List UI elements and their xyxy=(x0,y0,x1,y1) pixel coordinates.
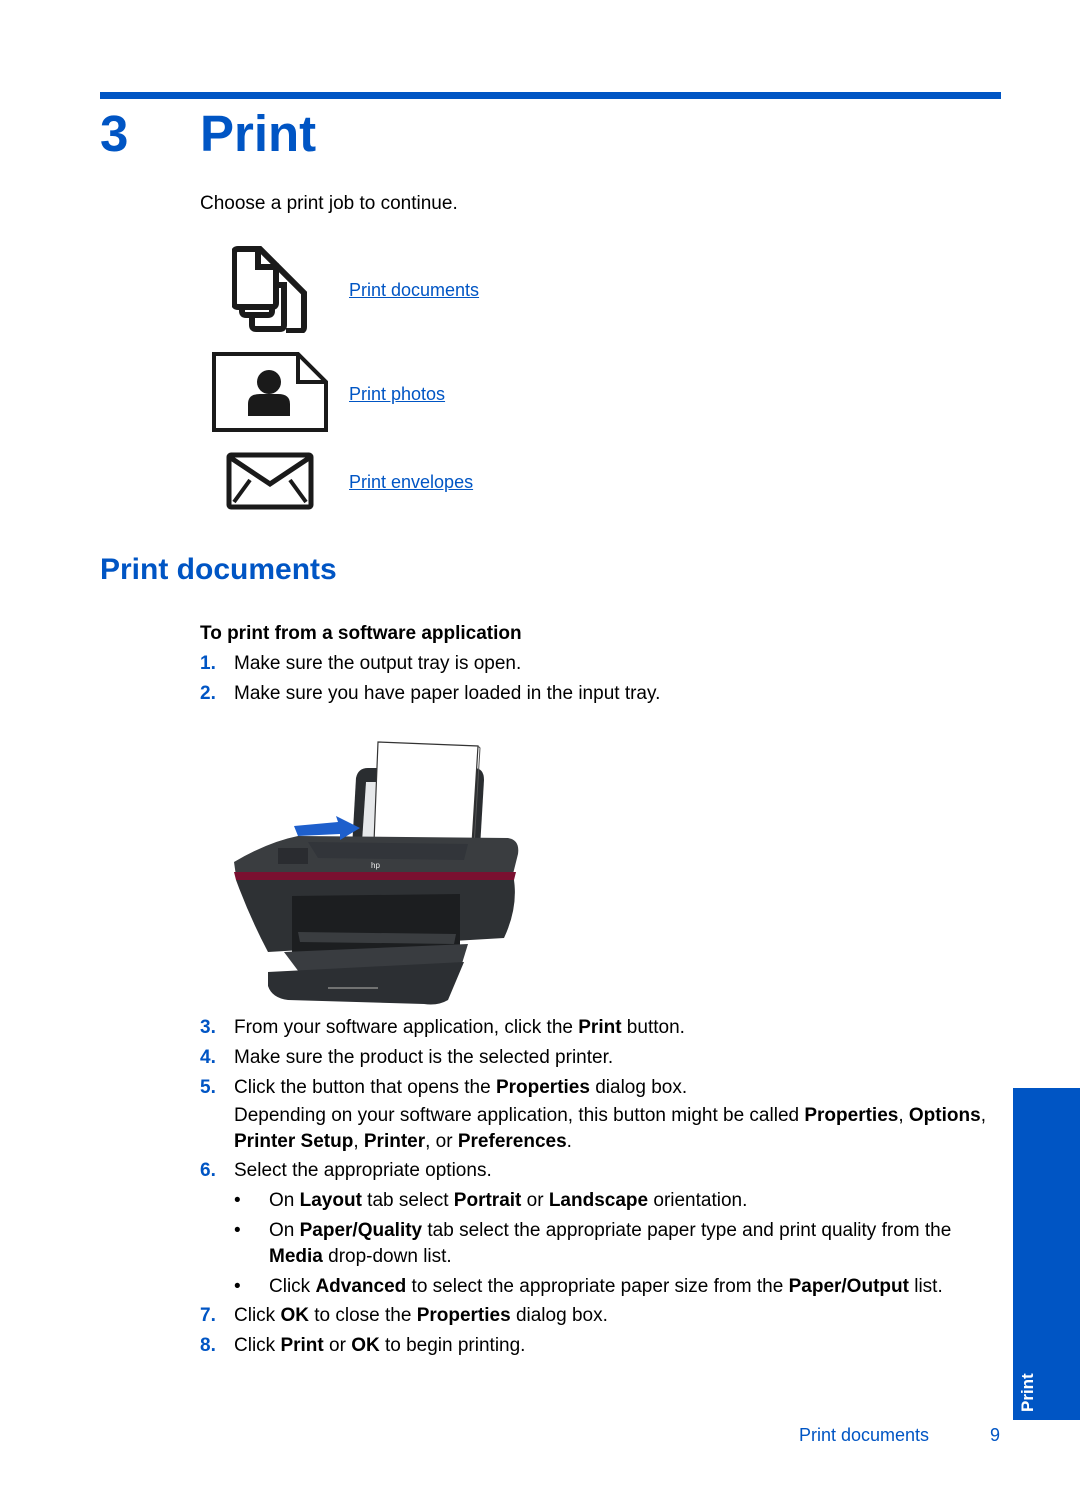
printer-illustration: hp xyxy=(228,738,528,1010)
procedure-title: To print from a software application xyxy=(200,623,522,644)
ui-term: Printer Setup xyxy=(234,1131,354,1152)
text: tab select xyxy=(361,1190,454,1211)
ui-term: Preferences xyxy=(457,1131,567,1152)
footer-section-title: Print documents xyxy=(799,1425,930,1445)
step-text: Make sure the product is the selected pr… xyxy=(234,1047,614,1068)
ui-term: Properties xyxy=(416,1305,511,1326)
text: button. xyxy=(621,1017,685,1038)
chapter-rule xyxy=(100,92,1001,99)
print-photos-link[interactable]: Print photos xyxy=(349,384,445,405)
text: Click xyxy=(234,1305,281,1326)
text: Click xyxy=(269,1276,316,1297)
ui-term: Paper/Output xyxy=(788,1276,909,1297)
side-tab-label: Print xyxy=(1018,1373,1037,1412)
text: to select the appropriate paper size fro… xyxy=(406,1276,789,1297)
text: Click the button that opens the xyxy=(234,1077,496,1098)
text: drop-down list. xyxy=(322,1246,452,1267)
ui-term: Portrait xyxy=(453,1190,522,1211)
print-job-documents[interactable]: Print documents xyxy=(200,245,600,335)
photo-icon xyxy=(212,352,328,432)
text: orientation. xyxy=(648,1190,748,1211)
step-number: 6. xyxy=(200,1160,216,1181)
chapter-number: 3 xyxy=(100,105,129,162)
text: tab select the appropriate paper type an… xyxy=(422,1220,952,1241)
text: or xyxy=(521,1190,549,1211)
step-number: 2. xyxy=(200,683,216,704)
step-5-note: Depending on your software application, … xyxy=(234,1103,994,1155)
ui-term: Printer xyxy=(363,1131,426,1152)
page-number: 9 xyxy=(990,1425,1001,1445)
ui-term: Landscape xyxy=(548,1190,649,1211)
bullet-icon: • xyxy=(234,1190,241,1211)
svg-text:hp: hp xyxy=(371,861,380,870)
step-text: Select the appropriate options. xyxy=(234,1160,492,1181)
ui-term: Properties xyxy=(495,1077,590,1098)
step-number: 8. xyxy=(200,1335,216,1356)
text: From your software application, click th… xyxy=(234,1017,579,1038)
step-number: 4. xyxy=(200,1047,216,1068)
step-text: Make sure the output tray is open. xyxy=(234,653,522,674)
text: , xyxy=(353,1131,364,1152)
ui-term: Print xyxy=(280,1335,324,1356)
chapter-side-tab xyxy=(1013,1088,1080,1420)
step-number: 1. xyxy=(200,653,216,674)
ui-term: OK xyxy=(351,1335,380,1356)
ui-term: Paper/Quality xyxy=(299,1220,423,1241)
text: dialog box. xyxy=(510,1305,608,1326)
ui-term: OK xyxy=(280,1305,309,1326)
ui-term: Media xyxy=(269,1246,323,1267)
text: or xyxy=(323,1335,352,1356)
ui-term: Print xyxy=(578,1017,622,1038)
print-envelopes-link[interactable]: Print envelopes xyxy=(349,472,473,493)
text: dialog box. xyxy=(589,1077,688,1098)
text: . xyxy=(566,1131,572,1152)
step-number: 5. xyxy=(200,1077,216,1098)
text: On xyxy=(269,1220,300,1241)
text: to close the xyxy=(308,1305,417,1326)
text: , xyxy=(898,1105,909,1126)
print-documents-link[interactable]: Print documents xyxy=(349,280,479,301)
intro-text: Choose a print job to continue. xyxy=(200,193,458,214)
ui-term: Advanced xyxy=(315,1276,407,1297)
text: Click xyxy=(234,1335,281,1356)
documents-icon xyxy=(200,245,340,333)
bullet-icon: • xyxy=(234,1220,241,1241)
text: , or xyxy=(425,1131,458,1152)
step-text: Make sure you have paper loaded in the i… xyxy=(234,683,661,704)
section-title: Print documents xyxy=(100,553,337,586)
text: Depending on your software application, … xyxy=(234,1105,805,1126)
text: to begin printing. xyxy=(379,1335,526,1356)
print-job-photos[interactable]: Print photos xyxy=(200,352,600,434)
ui-term: Properties xyxy=(804,1105,899,1126)
envelope-icon xyxy=(226,452,314,510)
step-number: 7. xyxy=(200,1305,216,1326)
chapter-title: Print xyxy=(200,105,317,162)
ui-term: Options xyxy=(908,1105,981,1126)
text: , xyxy=(980,1105,986,1126)
step-number: 3. xyxy=(200,1017,216,1038)
bullet-icon: • xyxy=(234,1276,241,1297)
ui-term: Layout xyxy=(299,1190,362,1211)
text: On xyxy=(269,1190,300,1211)
text: list. xyxy=(908,1276,943,1297)
print-job-envelopes[interactable]: Print envelopes xyxy=(200,452,600,510)
